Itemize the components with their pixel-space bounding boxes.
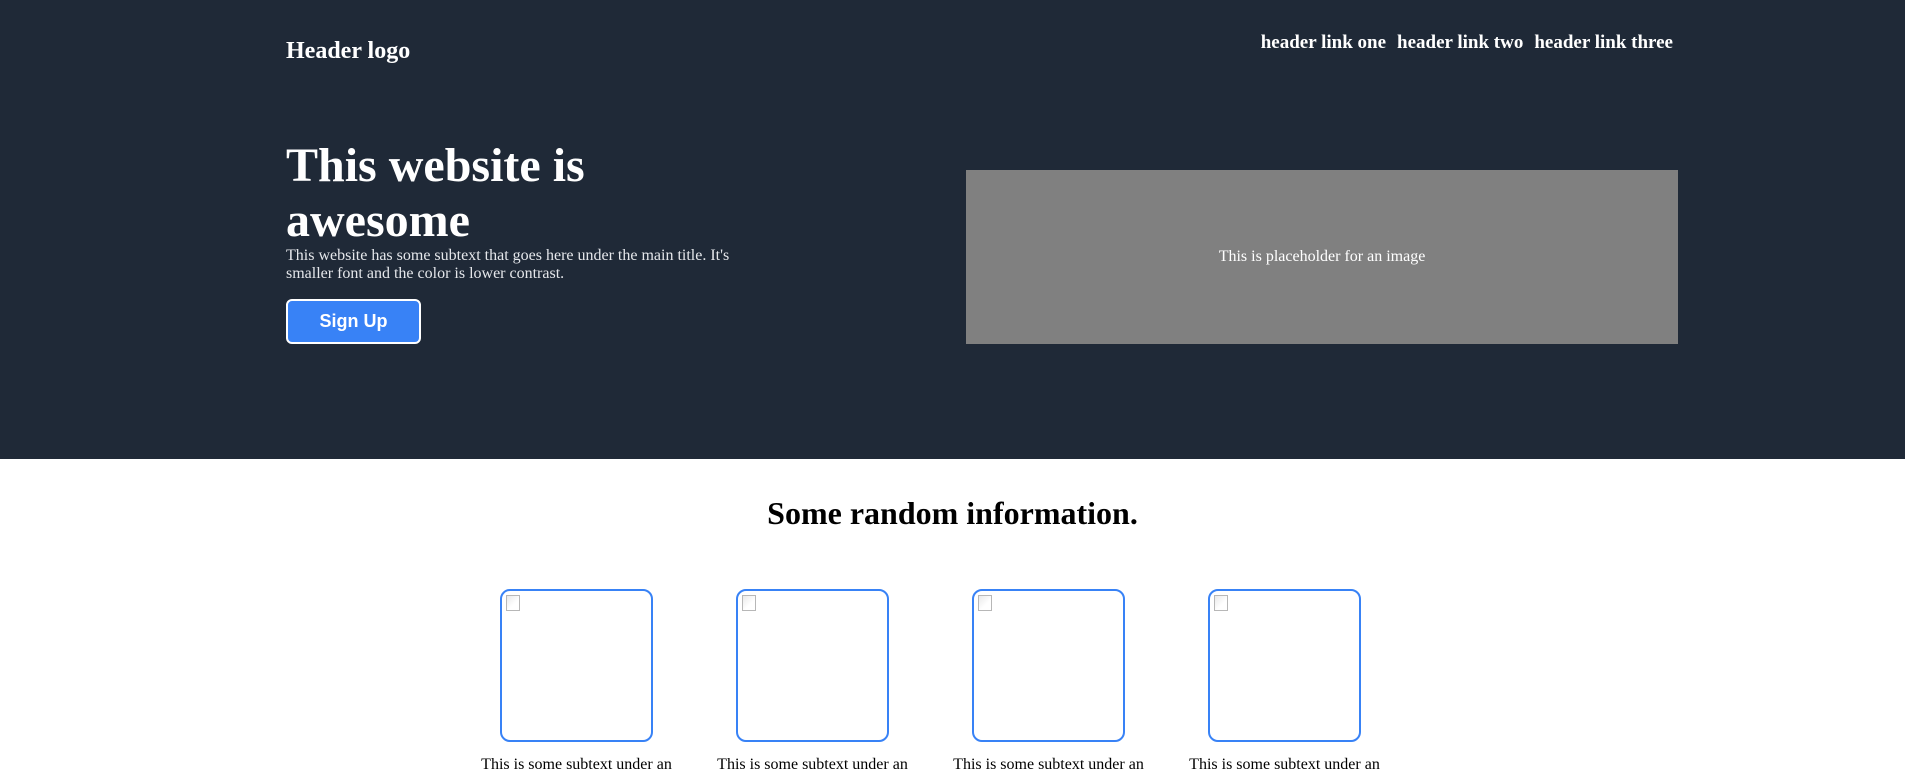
info-card: This is some subtext under an (481, 589, 672, 774)
card-image (500, 589, 653, 742)
hero-section: Header logo header link one header link … (0, 0, 1905, 459)
header-link-three[interactable]: header link three (1534, 32, 1673, 54)
info-card: This is some subtext under an (717, 589, 908, 774)
card-subtext: This is some subtext under an (953, 756, 1144, 773)
info-card: This is some subtext under an (1189, 589, 1380, 774)
header-nav: header link one header link two header l… (1261, 32, 1673, 54)
page: Header logo header link one header link … (0, 0, 1909, 778)
broken-image-icon (1214, 595, 1228, 611)
card-subtext: This is some subtext under an (481, 756, 672, 773)
header-link-two[interactable]: header link two (1397, 32, 1523, 54)
broken-image-icon (978, 595, 992, 611)
header-logo[interactable]: Header logo (286, 37, 410, 65)
broken-image-icon (506, 595, 520, 611)
info-cards: This is some subtext under an This is so… (481, 589, 1380, 774)
header-link-one[interactable]: header link one (1261, 32, 1386, 54)
hero-image-placeholder: This is placeholder for an image (966, 170, 1678, 344)
hero-title: This website is awesome (286, 139, 585, 247)
image-placeholder-text: This is placeholder for an image (1218, 248, 1426, 265)
card-image (736, 589, 889, 742)
card-subtext: This is some subtext under an (1189, 756, 1380, 773)
info-card: This is some subtext under an (953, 589, 1144, 774)
card-image (1208, 589, 1361, 742)
broken-image-icon (742, 595, 756, 611)
card-subtext: This is some subtext under an (717, 756, 908, 773)
sign-up-button[interactable]: Sign Up (286, 299, 421, 344)
hero-subtext: This website has some subtext that goes … (286, 247, 730, 282)
card-image (972, 589, 1125, 742)
info-title: Some random information. (767, 495, 1138, 531)
